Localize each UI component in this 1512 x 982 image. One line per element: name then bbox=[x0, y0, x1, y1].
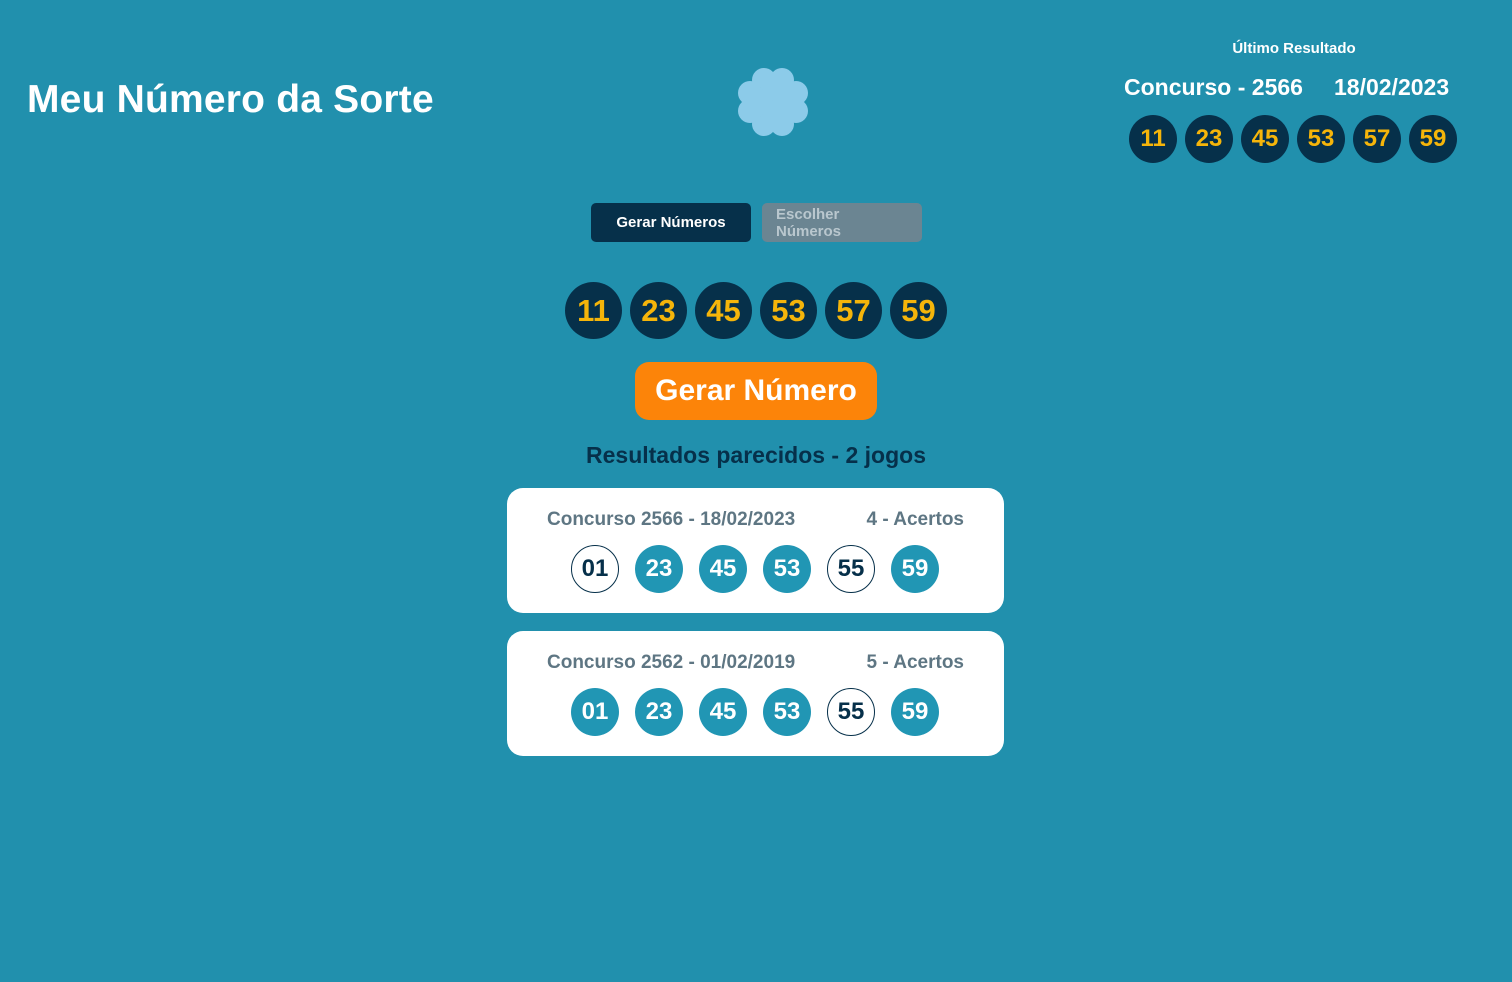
generated-number-ball: 11 bbox=[565, 282, 622, 339]
generated-numbers: 11 23 45 53 57 59 bbox=[565, 282, 947, 339]
generated-number-ball: 53 bbox=[760, 282, 817, 339]
tab-generate-numbers[interactable]: Gerar Números bbox=[591, 203, 751, 242]
result-card: Concurso 2566 - 18/02/2023 4 - Acertos 0… bbox=[507, 488, 1004, 613]
result-number-ball: 45 bbox=[699, 688, 747, 736]
generated-number-ball: 23 bbox=[630, 282, 687, 339]
result-number-ball: 23 bbox=[635, 545, 683, 593]
result-contest: Concurso 2562 - 01/02/2019 bbox=[547, 652, 796, 673]
latest-number-ball: 45 bbox=[1241, 115, 1289, 163]
latest-number-ball: 59 bbox=[1409, 115, 1457, 163]
latest-number-ball: 23 bbox=[1185, 115, 1233, 163]
generated-number-ball: 57 bbox=[825, 282, 882, 339]
four-leaf-clover-icon bbox=[738, 68, 808, 136]
result-number-ball: 59 bbox=[891, 545, 939, 593]
latest-result-contest: Concurso - 2566 bbox=[1124, 74, 1303, 100]
result-contest: Concurso 2566 - 18/02/2023 bbox=[547, 509, 796, 530]
generated-number-ball: 59 bbox=[890, 282, 947, 339]
app-title: Meu Número da Sorte bbox=[27, 78, 434, 121]
similar-results-title: Resultados parecidos - 2 jogos bbox=[586, 442, 926, 468]
latest-result-numbers: 11 23 45 53 57 59 bbox=[1129, 115, 1457, 163]
generated-number-ball: 45 bbox=[695, 282, 752, 339]
mode-tabs: Gerar Números Escolher Números bbox=[591, 203, 922, 242]
tab-choose-numbers[interactable]: Escolher Números bbox=[762, 203, 922, 242]
generate-number-button[interactable]: Gerar Número bbox=[635, 362, 877, 420]
result-numbers: 01 23 45 53 55 59 bbox=[571, 545, 939, 593]
latest-number-ball: 57 bbox=[1353, 115, 1401, 163]
result-number-ball: 53 bbox=[763, 688, 811, 736]
latest-result-date: 18/02/2023 bbox=[1334, 74, 1450, 100]
result-number-ball: 45 bbox=[699, 545, 747, 593]
page: Meu Número da Sorte Último Resultado Con… bbox=[0, 0, 1512, 982]
result-card: Concurso 2562 - 01/02/2019 5 - Acertos 0… bbox=[507, 631, 1004, 756]
result-number-ball: 01 bbox=[571, 545, 619, 593]
result-hits: 5 - Acertos bbox=[866, 652, 965, 673]
latest-result-label: Último Resultado bbox=[1232, 40, 1356, 57]
result-number-ball: 53 bbox=[763, 545, 811, 593]
latest-number-ball: 53 bbox=[1297, 115, 1345, 163]
result-number-ball: 23 bbox=[635, 688, 683, 736]
result-number-ball: 55 bbox=[827, 688, 875, 736]
latest-number-ball: 11 bbox=[1129, 115, 1177, 163]
result-number-ball: 55 bbox=[827, 545, 875, 593]
result-number-ball: 59 bbox=[891, 688, 939, 736]
result-numbers: 01 23 45 53 55 59 bbox=[571, 688, 939, 736]
result-hits: 4 - Acertos bbox=[866, 509, 965, 530]
result-number-ball: 01 bbox=[571, 688, 619, 736]
